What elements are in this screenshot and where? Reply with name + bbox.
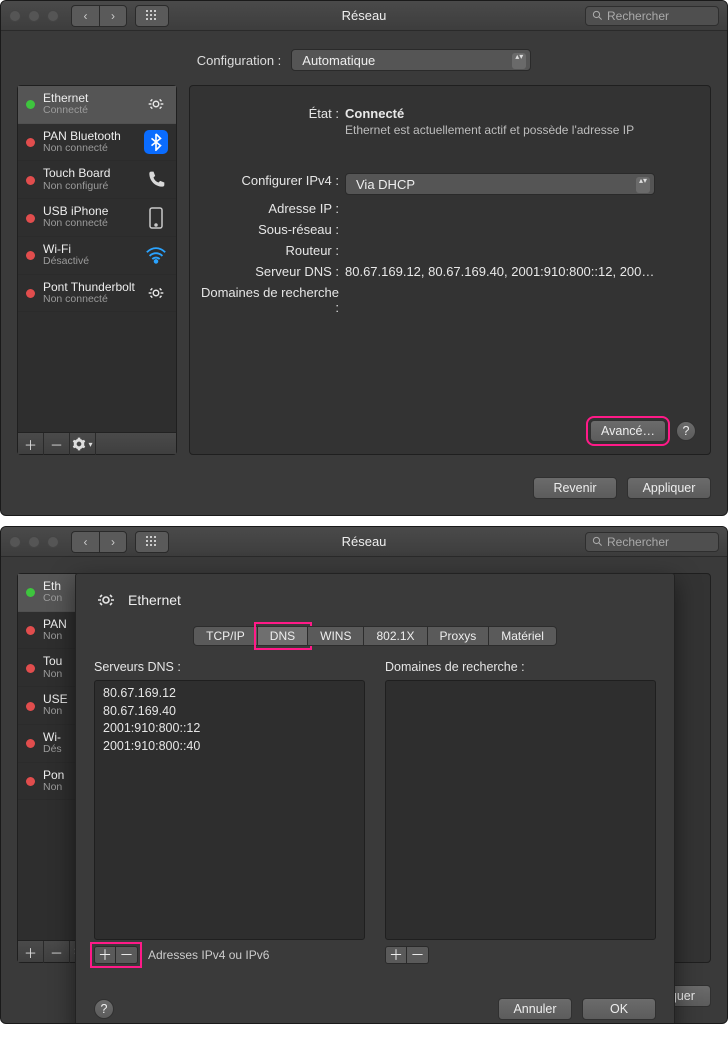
- add-interface-button[interactable]: ＋: [18, 433, 44, 455]
- search-domains-listbox[interactable]: [385, 680, 656, 940]
- interfaces-sidebar: Ethernet Connecté PAN Bluetooth Non conn…: [17, 85, 177, 455]
- search-input[interactable]: Rechercher: [585, 532, 719, 552]
- window-network-2: ‹ › Réseau Rechercher EthCon PANNon: [0, 526, 728, 1024]
- sidebar-item-usbiphone[interactable]: USB iPhone Non connecté: [18, 199, 176, 237]
- phone-icon: [144, 168, 168, 192]
- close-dot[interactable]: [9, 10, 21, 22]
- forward-button[interactable]: ›: [99, 531, 127, 553]
- traffic-lights: [9, 536, 59, 548]
- sidebar-item-ethernet[interactable]: Ethernet Connecté: [18, 86, 176, 124]
- search-domains-label: Domaines de recherche :: [200, 285, 345, 315]
- configure-ipv4-label: Configurer IPv4 :: [200, 173, 345, 195]
- search-placeholder: Rechercher: [607, 535, 669, 549]
- state-label: État :: [200, 106, 345, 137]
- domain-remove-button[interactable]: －: [407, 946, 429, 964]
- wifi-icon: [144, 243, 168, 267]
- subnet-label: Sous-réseau :: [200, 222, 345, 237]
- show-all-button[interactable]: [135, 531, 169, 553]
- back-button[interactable]: ‹: [71, 531, 99, 553]
- tab-wins[interactable]: WINS: [308, 626, 364, 646]
- remove-interface-button[interactable]: －: [44, 433, 70, 455]
- ip-address-label: Adresse IP :: [200, 201, 345, 216]
- dns-servers-label: Serveurs DNS :: [94, 660, 365, 674]
- address-hint: Adresses IPv4 ou IPv6: [148, 948, 269, 962]
- show-all-button[interactable]: [135, 5, 169, 27]
- search-domains-label: Domaines de recherche :: [385, 660, 656, 674]
- close-dot[interactable]: [9, 536, 21, 548]
- ok-button[interactable]: OK: [582, 998, 656, 1020]
- minimize-dot[interactable]: [28, 536, 40, 548]
- dns-server-value: 80.67.169.12, 80.67.169.40, 2001:910:800…: [345, 264, 694, 279]
- ethernet-icon: [94, 588, 118, 612]
- zoom-dot[interactable]: [47, 536, 59, 548]
- configuration-label: Configuration :: [197, 53, 282, 68]
- sidebar-item-touchboard[interactable]: Touch Board Non configuré: [18, 161, 176, 199]
- back-button[interactable]: ‹: [71, 5, 99, 27]
- iphone-icon: [144, 206, 168, 230]
- status-dot: [26, 100, 35, 109]
- sheet-interface-name: Ethernet: [128, 592, 181, 608]
- ethernet-icon: [144, 92, 168, 116]
- status-dot: [26, 214, 35, 223]
- dns-servers-listbox[interactable]: 80.67.169.12 80.67.169.40 2001:910:800::…: [94, 680, 365, 940]
- remove-interface-button[interactable]: －: [44, 941, 70, 963]
- configuration-popup[interactable]: Automatique ▴▾: [291, 49, 531, 71]
- titlebar: ‹ › Réseau Rechercher: [1, 527, 727, 557]
- configure-ipv4-popup[interactable]: Via DHCP ▴▾: [345, 173, 655, 195]
- titlebar: ‹ › Réseau Rechercher: [1, 1, 727, 31]
- tab-8021x[interactable]: 802.1X: [364, 626, 427, 646]
- help-button[interactable]: ?: [676, 421, 696, 441]
- tab-tcpip[interactable]: TCP/IP: [193, 626, 258, 646]
- sidebar-item-wifi[interactable]: Wi-Fi Désactivé: [18, 237, 176, 275]
- dns-server-label: Serveur DNS :: [200, 264, 345, 279]
- cancel-button[interactable]: Annuler: [498, 998, 572, 1020]
- status-dot: [26, 176, 35, 185]
- tab-bar: TCP/IP DNS WINS 802.1X Proxys Matériel: [94, 626, 656, 646]
- sidebar-item-thunderbolt[interactable]: Pont Thunderbolt Non connecté: [18, 275, 176, 313]
- add-interface-button[interactable]: ＋: [18, 941, 44, 963]
- zoom-dot[interactable]: [47, 10, 59, 22]
- advanced-sheet: Ethernet TCP/IP DNS WINS 802.1X Proxys M…: [75, 573, 675, 1024]
- state-value: Connecté: [345, 106, 404, 121]
- traffic-lights: [9, 10, 59, 22]
- bluetooth-icon: [144, 130, 168, 154]
- dns-add-remove: ＋ －: [94, 946, 138, 964]
- forward-button[interactable]: ›: [99, 5, 127, 27]
- dns-add-button[interactable]: ＋: [94, 946, 116, 964]
- ethernet-icon: [144, 281, 168, 305]
- tab-proxys[interactable]: Proxys: [428, 626, 490, 646]
- status-dot: [26, 251, 35, 260]
- help-button[interactable]: ?: [94, 999, 114, 1019]
- router-label: Routeur :: [200, 243, 345, 258]
- apply-button[interactable]: Appliquer: [627, 477, 711, 499]
- status-dot: [26, 138, 35, 147]
- search-placeholder: Rechercher: [607, 9, 669, 23]
- actions-menu-button[interactable]: ▾: [70, 433, 96, 455]
- advanced-button[interactable]: Avancé…: [590, 420, 666, 442]
- tab-hardware[interactable]: Matériel: [489, 626, 557, 646]
- tab-dns[interactable]: DNS: [258, 626, 308, 646]
- minimize-dot[interactable]: [28, 10, 40, 22]
- revert-button[interactable]: Revenir: [533, 477, 617, 499]
- window-network-1: ‹ › Réseau Rechercher Configuration : Au…: [0, 0, 728, 516]
- sidebar-item-bluetooth[interactable]: PAN Bluetooth Non connecté: [18, 124, 176, 162]
- state-description: Ethernet est actuellement actif et possè…: [345, 123, 694, 137]
- domain-add-remove: ＋ －: [385, 946, 429, 964]
- search-input[interactable]: Rechercher: [585, 6, 719, 26]
- domain-add-button[interactable]: ＋: [385, 946, 407, 964]
- status-dot: [26, 289, 35, 298]
- dns-remove-button[interactable]: －: [116, 946, 138, 964]
- interface-details: État : Connecté Ethernet est actuellemen…: [189, 85, 711, 455]
